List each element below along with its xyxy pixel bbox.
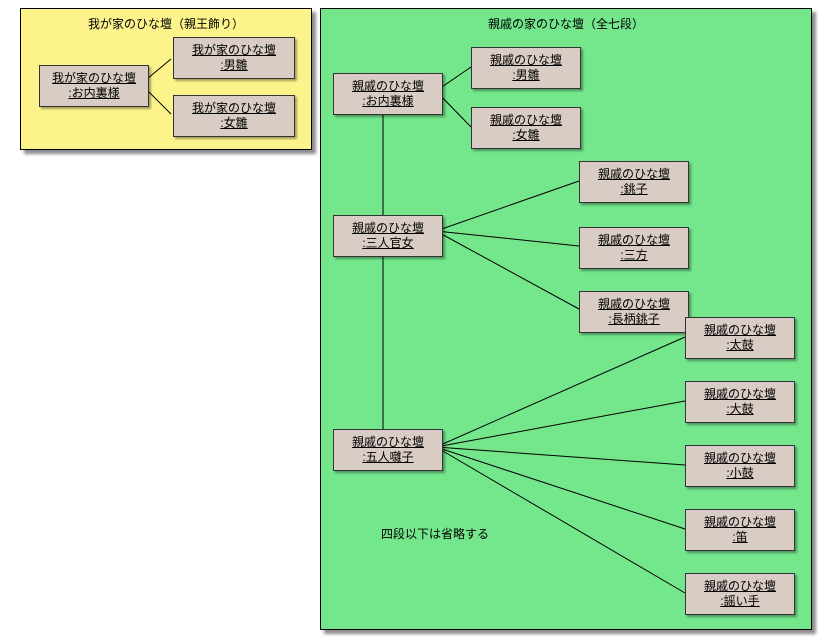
node-label: 親戚のひな壇	[704, 515, 776, 530]
node-label: :お内裏様	[362, 94, 413, 109]
node-label: 親戚のひな壇	[490, 113, 562, 128]
container-my-home: 我が家のひな壇（親王飾り） 我が家のひな壇 :お内裏様 我が家のひな壇 :男雛 …	[20, 8, 312, 150]
note-omitted: 四段以下は省略する	[381, 525, 489, 542]
node-rel-kotsu[interactable]: 親戚のひな壇 :小鼓	[685, 445, 795, 487]
container-relative-home: 親戚の家のひな壇（全七段）	[320, 8, 812, 630]
node-rel-sanpo[interactable]: 親戚のひな壇 :三方	[579, 227, 689, 269]
diagram-stage: 我が家のひな壇（親王飾り） 我が家のひな壇 :お内裏様 我が家のひな壇 :男雛 …	[0, 0, 828, 642]
node-rel-odaiko[interactable]: 親戚のひな壇 :大鼓	[685, 381, 795, 423]
node-label: 親戚のひな壇	[704, 387, 776, 402]
node-label: 親戚のひな壇	[352, 435, 424, 450]
node-label: 親戚のひな壇	[490, 53, 562, 68]
node-rel-odairi[interactable]: 親戚のひな壇 :お内裏様	[333, 73, 443, 115]
node-label: 親戚のひな壇	[704, 579, 776, 594]
node-label: :お内裏様	[68, 86, 119, 101]
node-label: 親戚のひな壇	[598, 167, 670, 182]
node-label: :五人囃子	[362, 450, 413, 465]
node-label: :女雛	[220, 116, 247, 131]
node-label: 親戚のひな壇	[598, 233, 670, 248]
node-rel-choshi[interactable]: 親戚のひな壇 :銚子	[579, 161, 689, 203]
node-label: :太鼓	[726, 338, 753, 353]
node-label: :笛	[732, 530, 747, 545]
node-rel-utaite[interactable]: 親戚のひな壇 :謡い手	[685, 573, 795, 615]
node-label: 我が家のひな壇	[192, 43, 276, 58]
node-myhome-odairi[interactable]: 我が家のひな壇 :お内裏様	[39, 65, 149, 107]
node-rel-nagae[interactable]: 親戚のひな壇 :長柄銚子	[579, 291, 689, 333]
node-myhome-female[interactable]: 我が家のひな壇 :女雛	[173, 95, 295, 137]
node-label: :男雛	[512, 68, 539, 83]
node-label: :小鼓	[726, 466, 753, 481]
node-label: :三方	[620, 248, 647, 263]
node-label: :謡い手	[720, 594, 759, 609]
node-label: :男雛	[220, 58, 247, 73]
node-rel-taiko[interactable]: 親戚のひな壇 :太鼓	[685, 317, 795, 359]
node-label: :大鼓	[726, 402, 753, 417]
node-label: 親戚のひな壇	[598, 297, 670, 312]
node-label: :三人官女	[362, 236, 413, 251]
node-label: 親戚のひな壇	[704, 323, 776, 338]
node-label: 親戚のひな壇	[352, 79, 424, 94]
node-label: 親戚のひな壇	[704, 451, 776, 466]
node-rel-sannin[interactable]: 親戚のひな壇 :三人官女	[333, 215, 443, 257]
node-label: :女雛	[512, 128, 539, 143]
node-rel-gonin[interactable]: 親戚のひな壇 :五人囃子	[333, 429, 443, 471]
node-label: 我が家のひな壇	[192, 101, 276, 116]
node-rel-male[interactable]: 親戚のひな壇 :男雛	[471, 47, 581, 89]
node-rel-fue[interactable]: 親戚のひな壇 :笛	[685, 509, 795, 551]
node-label: 我が家のひな壇	[52, 71, 136, 86]
node-label: :銚子	[620, 182, 647, 197]
node-rel-female[interactable]: 親戚のひな壇 :女雛	[471, 107, 581, 149]
node-myhome-male[interactable]: 我が家のひな壇 :男雛	[173, 37, 295, 79]
node-label: 親戚のひな壇	[352, 221, 424, 236]
node-label: :長柄銚子	[608, 312, 659, 327]
